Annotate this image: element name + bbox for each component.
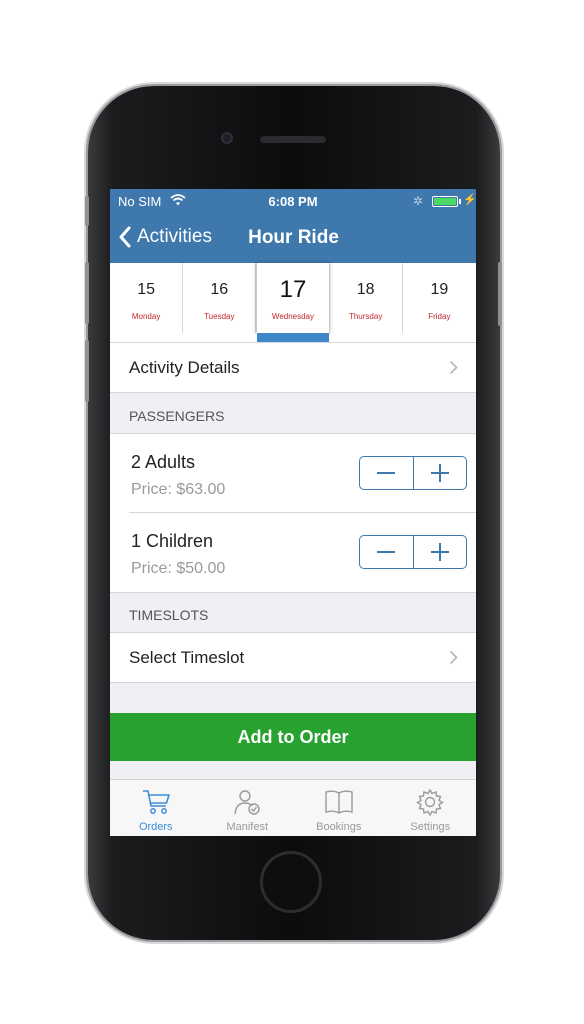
timeslots-section-header: TIMESLOTS: [110, 592, 476, 632]
passenger-row-children: 1 Children Price: $50.00: [110, 513, 476, 592]
person-check-icon: [234, 790, 260, 815]
home-button[interactable]: [260, 851, 322, 913]
passengers-section-header: PASSENGERS: [129, 408, 225, 424]
date-number: 15: [137, 281, 155, 298]
navigation-bar: No SIM 6:08 PM ✲ ⚡ Activities Hour Ride: [110, 189, 476, 263]
date-number: 16: [210, 281, 229, 298]
passenger-row-adults: 2 Adults Price: $63.00: [110, 433, 476, 514]
chevron-right-icon: [449, 650, 458, 665]
passenger-price: Price: $50.00: [131, 560, 226, 577]
tab-bookings[interactable]: Bookings: [293, 780, 385, 836]
volume-up-button: [85, 262, 89, 324]
date-weekday: Thursday: [348, 312, 383, 321]
tab-manifest[interactable]: Manifest: [202, 780, 294, 836]
chevron-right-icon: [449, 360, 458, 375]
decrement-button[interactable]: [360, 457, 414, 489]
date-weekday: Friday: [428, 312, 451, 321]
app-screen: No SIM 6:08 PM ✲ ⚡ Activities Hour Ride …: [110, 189, 476, 836]
date-cell-15[interactable]: 15 Monday: [110, 263, 184, 333]
plus-icon: [430, 543, 449, 561]
date-number: 18: [356, 281, 375, 298]
date-weekday: Tuesday: [204, 312, 235, 321]
mute-switch: [85, 196, 89, 226]
minus-icon: [377, 472, 396, 474]
charging-icon: ⚡: [463, 194, 476, 206]
page-title: Hour Ride: [248, 227, 339, 248]
front-camera: [221, 132, 233, 144]
tab-label: Orders: [138, 821, 173, 833]
increment-button[interactable]: [414, 457, 467, 489]
date-cell-16[interactable]: 16 Tuesday: [183, 263, 257, 333]
children-stepper: [359, 535, 467, 569]
bluetooth-icon: ✲: [413, 194, 424, 208]
select-timeslot-label: Select Timeslot: [129, 648, 245, 667]
tab-settings[interactable]: Settings: [385, 780, 477, 836]
date-picker: 15 Monday 16 Tuesday 17 Wednesday 18 Thu…: [110, 263, 476, 343]
volume-down-button: [85, 340, 89, 402]
status-bar: No SIM 6:08 PM ✲ ⚡: [110, 189, 476, 213]
cart-icon: [142, 790, 170, 814]
passenger-count-label: 2 Adults: [131, 452, 196, 472]
activity-details-row[interactable]: Activity Details: [110, 343, 476, 393]
power-button: [498, 262, 502, 326]
battery-tip: [459, 199, 461, 204]
select-timeslot-row[interactable]: Select Timeslot: [110, 632, 476, 683]
date-cell-18[interactable]: 18 Thursday: [330, 263, 403, 333]
tab-label: Settings: [410, 821, 451, 833]
plus-icon: [430, 464, 449, 482]
tab-label: Manifest: [226, 821, 269, 833]
tab-label: Bookings: [316, 821, 362, 833]
adults-stepper: [359, 456, 467, 490]
date-weekday: Monday: [131, 312, 161, 321]
date-cell-17-selected[interactable]: 17 Wednesday: [256, 263, 330, 342]
minus-icon: [377, 551, 396, 553]
gear-icon: [416, 788, 445, 816]
earpiece-speaker: [260, 136, 326, 143]
book-icon: [325, 790, 353, 814]
increment-button[interactable]: [414, 536, 467, 568]
battery-icon: [432, 196, 458, 207]
activity-details-label: Activity Details: [129, 358, 240, 377]
add-to-order-button[interactable]: Add to Order: [110, 713, 476, 761]
date-cell-19[interactable]: 19 Friday: [403, 263, 476, 333]
passenger-price: Price: $63.00: [131, 481, 226, 498]
passenger-count-label: 1 Children: [131, 531, 214, 551]
date-number: 19: [430, 281, 449, 298]
selected-date-indicator: [257, 333, 329, 342]
tab-orders[interactable]: Orders: [110, 780, 202, 836]
date-weekday: Wednesday: [271, 312, 315, 321]
decrement-button[interactable]: [360, 536, 414, 568]
tab-bar: Orders Manifest Bookings Settings: [110, 779, 476, 836]
date-number: 17: [279, 276, 307, 303]
